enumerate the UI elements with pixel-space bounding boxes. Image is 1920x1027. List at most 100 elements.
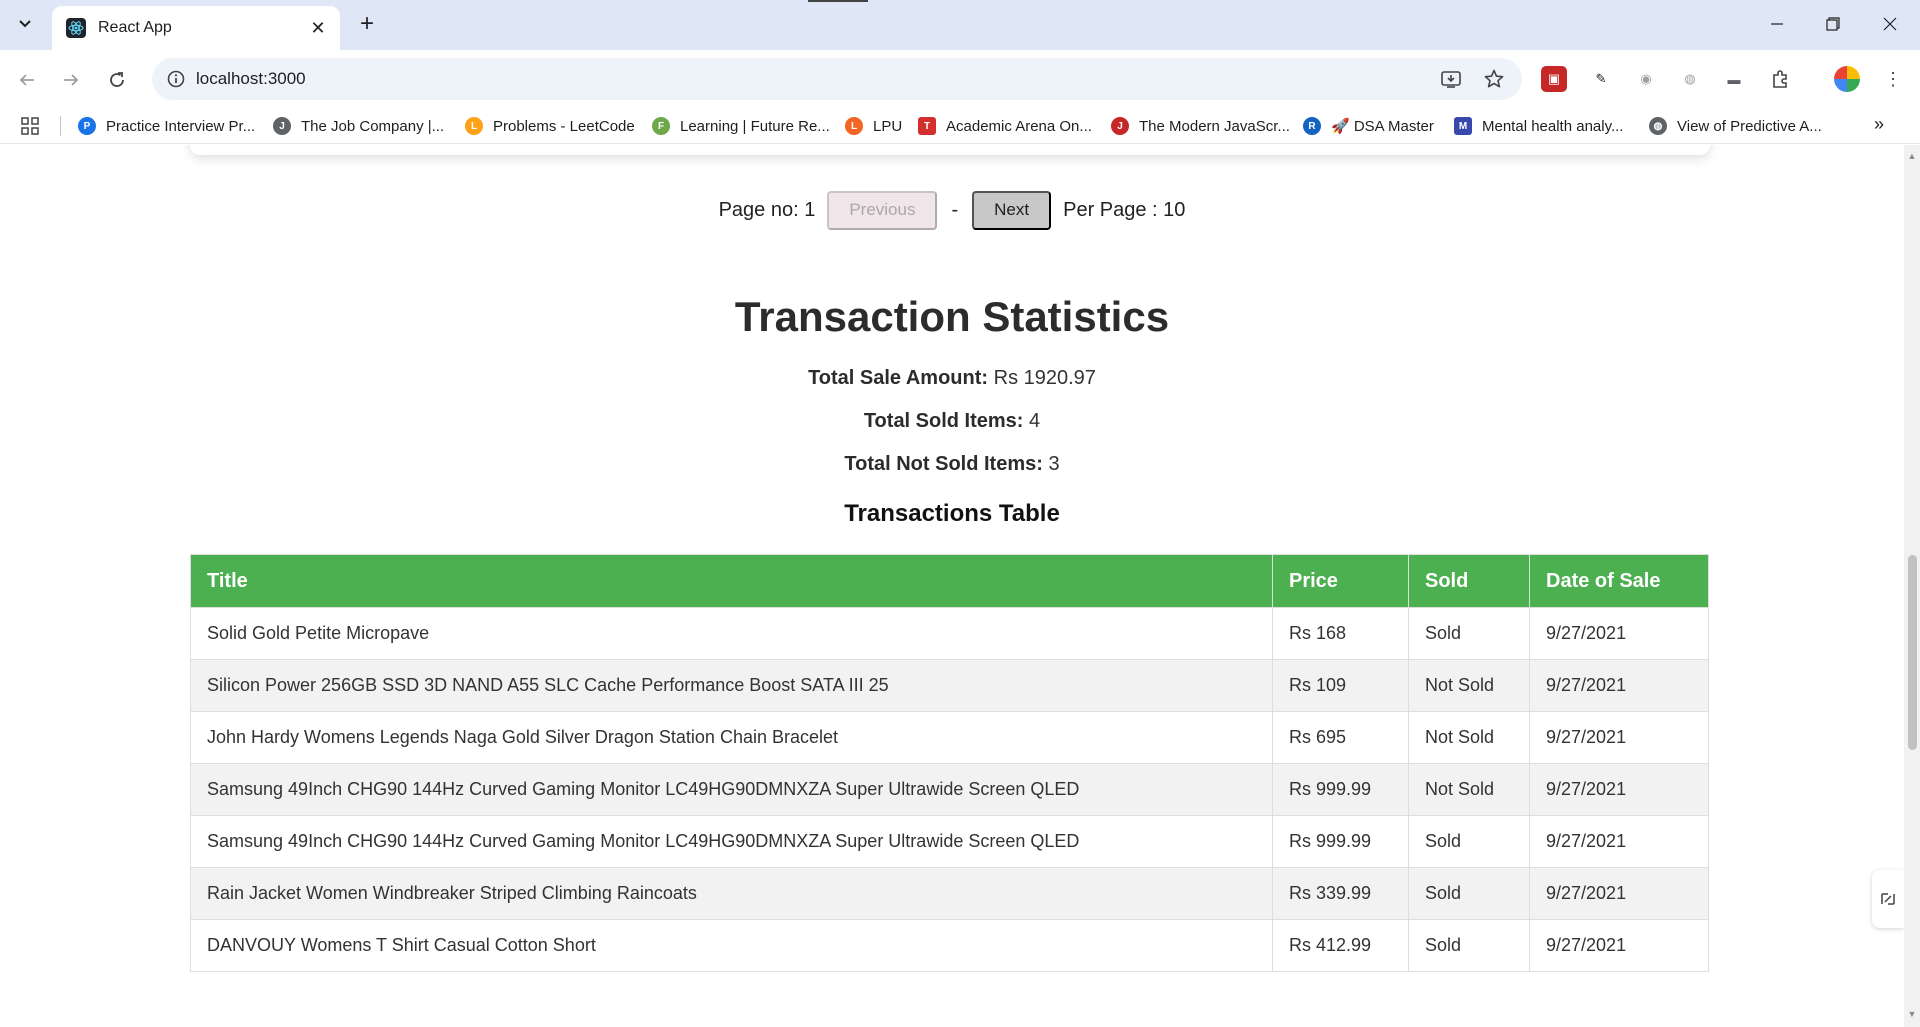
extension-gray-icon[interactable]: ◉ [1633, 66, 1659, 92]
scrollbar-thumb[interactable] [1908, 555, 1917, 750]
bookmark-predictive[interactable]: ◍ View of Predictive A... [1649, 114, 1822, 138]
bookmark-job-company[interactable]: J The Job Company |... [273, 114, 444, 138]
cell-title: Silicon Power 256GB SSD 3D NAND A55 SLC … [190, 659, 1273, 712]
bookmark-academic-arena[interactable]: T Academic Arena On... [918, 114, 1092, 138]
pagination-separator: - [951, 198, 959, 221]
back-arrow-icon[interactable] [12, 65, 42, 95]
restore-icon[interactable] [1813, 8, 1853, 40]
next-page-button[interactable]: Next [972, 190, 1052, 230]
bookmark-label: Academic Arena On... [946, 117, 1092, 135]
bookmark-lpu[interactable]: L LPU [845, 114, 902, 138]
table-row: Rain Jacket Women Windbreaker Striped Cl… [190, 867, 1709, 920]
mental-health-icon: M [1454, 117, 1472, 135]
cell-price: Rs 168 [1272, 607, 1409, 660]
forward-arrow-icon[interactable] [56, 65, 86, 95]
bookmark-label: Practice Interview Pr... [106, 117, 256, 135]
bookmark-practice-interview[interactable]: P Practice Interview Pr... [78, 114, 255, 138]
bookmark-modern-javascript[interactable]: J The Modern JavaScr... [1111, 114, 1290, 138]
total-not-sold-label: Total Not Sold Items: [844, 453, 1043, 475]
cell-date: 9/27/2021 [1529, 763, 1709, 816]
cell-price: Rs 695 [1272, 711, 1409, 764]
browser-tab[interactable]: React App ✕ [52, 6, 340, 50]
tab-search-chevron-icon[interactable] [12, 11, 38, 37]
bookmark-leetcode[interactable]: L Problems - LeetCode [465, 114, 635, 138]
transactions-table: Title Price Sold Date of Sale Solid Gold… [190, 554, 1709, 972]
extension-red-icon[interactable]: ▣ [1541, 66, 1567, 92]
table-row: Solid Gold Petite Micropave Rs 168 Sold … [190, 607, 1709, 660]
table-header-row: Title Price Sold Date of Sale [190, 554, 1709, 608]
react-logo-icon [66, 18, 86, 38]
cell-price: Rs 999.99 [1272, 815, 1409, 868]
table-row: Samsung 49Inch CHG90 144Hz Curved Gaming… [190, 815, 1709, 868]
apps-grid-icon[interactable] [20, 116, 42, 138]
url-text[interactable]: localhost:3000 [196, 69, 306, 89]
rocket-icon: R [1303, 117, 1321, 135]
side-panel-toggle[interactable] [1872, 870, 1904, 928]
cell-sold: Sold [1408, 607, 1530, 660]
reload-icon[interactable] [102, 65, 132, 95]
table-row: John Hardy Womens Legends Naga Gold Silv… [190, 711, 1709, 764]
total-sold-label: Total Sold Items: [863, 410, 1024, 432]
page-viewport: Page no: 1 Previous - Next Per Page : 10… [0, 145, 1904, 1027]
cell-title: Solid Gold Petite Micropave [190, 607, 1273, 660]
total-sold-items: Total Sold Items: 4 [0, 410, 1904, 433]
cell-date: 9/27/2021 [1529, 711, 1709, 764]
total-sale-amount: Total Sale Amount: Rs 1920.97 [0, 367, 1904, 390]
bookmark-label: The Modern JavaScr... [1139, 117, 1290, 135]
total-not-sold-value: 3 [1048, 453, 1060, 475]
page-scrollbar[interactable]: ▲ ▼ [1904, 145, 1920, 1027]
total-sale-label: Total Sale Amount: [808, 367, 989, 389]
browser-menu-icon[interactable]: ⋮ [1880, 66, 1906, 92]
bookmark-mental-health[interactable]: M Mental health analy... [1454, 114, 1623, 138]
extension-window-icon[interactable]: ▬ [1721, 66, 1747, 92]
tab-strip: React App ✕ + [0, 0, 1920, 50]
cell-date: 9/27/2021 [1529, 815, 1709, 868]
total-sale-value: Rs 1920.97 [993, 367, 1096, 389]
leetcode-icon: L [465, 117, 483, 135]
column-header-price: Price [1272, 554, 1409, 608]
bookmark-label: Mental health analy... [1482, 117, 1624, 135]
cell-sold: Not Sold [1408, 763, 1530, 816]
extensions-puzzle-icon[interactable] [1767, 66, 1793, 92]
bookmark-label: Learning | Future Re... [680, 117, 830, 135]
table-row: Samsung 49Inch CHG90 144Hz Curved Gaming… [190, 763, 1709, 816]
site-info-icon[interactable] [166, 69, 186, 89]
cell-sold: Not Sold [1408, 659, 1530, 712]
pagination-bar: Page no: 1 Previous - Next Per Page : 10 [0, 190, 1904, 230]
bookmark-star-icon[interactable] [1483, 68, 1505, 90]
bookmarks-bar: P Practice Interview Pr... J The Job Com… [0, 108, 1920, 144]
bookmark-label: View of Predictive A... [1677, 117, 1822, 135]
practice-icon: P [78, 117, 96, 135]
previous-page-button[interactable]: Previous [827, 190, 938, 230]
tab-close-icon[interactable]: ✕ [308, 18, 328, 39]
install-app-icon[interactable] [1440, 68, 1462, 90]
cell-price: Rs 999.99 [1272, 763, 1409, 816]
profile-avatar[interactable] [1834, 66, 1860, 92]
scroll-up-arrow-icon[interactable]: ▲ [1907, 151, 1917, 161]
address-bar[interactable]: localhost:3000 [152, 58, 1522, 100]
total-not-sold-items: Total Not Sold Items: 3 [0, 453, 1904, 476]
tab-drag-indicator [808, 0, 868, 2]
cell-sold: Sold [1408, 919, 1530, 972]
transactions-table-heading: Transactions Table [844, 500, 1060, 527]
cell-date: 9/27/2021 [1529, 867, 1709, 920]
bookmark-label: Problems - LeetCode [493, 117, 635, 135]
column-header-date: Date of Sale [1529, 554, 1709, 608]
more-bookmarks-chevron-icon[interactable]: » [1874, 114, 1884, 135]
minimize-icon[interactable] [1757, 8, 1797, 40]
close-window-icon[interactable] [1870, 8, 1910, 40]
cell-title: John Hardy Womens Legends Naga Gold Silv… [190, 711, 1273, 764]
statistics-title: Transaction Statistics [734, 293, 1170, 340]
tg-icon: T [918, 117, 936, 135]
cell-date: 9/27/2021 [1529, 919, 1709, 972]
new-tab-plus-icon[interactable]: + [353, 10, 381, 38]
extension-pen-icon[interactable]: ✎ [1588, 66, 1614, 92]
globe-icon: ◍ [1649, 117, 1667, 135]
cell-price: Rs 109 [1272, 659, 1409, 712]
bookmark-dsa-master[interactable]: R 🚀 DSA Master [1303, 114, 1434, 138]
cell-date: 9/27/2021 [1529, 607, 1709, 660]
bookmark-learning[interactable]: F Learning | Future Re... [652, 114, 830, 138]
extension-mouse-icon[interactable]: ◍ [1677, 66, 1703, 92]
bookmark-label: LPU [873, 117, 903, 135]
scroll-down-arrow-icon[interactable]: ▼ [1907, 1009, 1917, 1019]
